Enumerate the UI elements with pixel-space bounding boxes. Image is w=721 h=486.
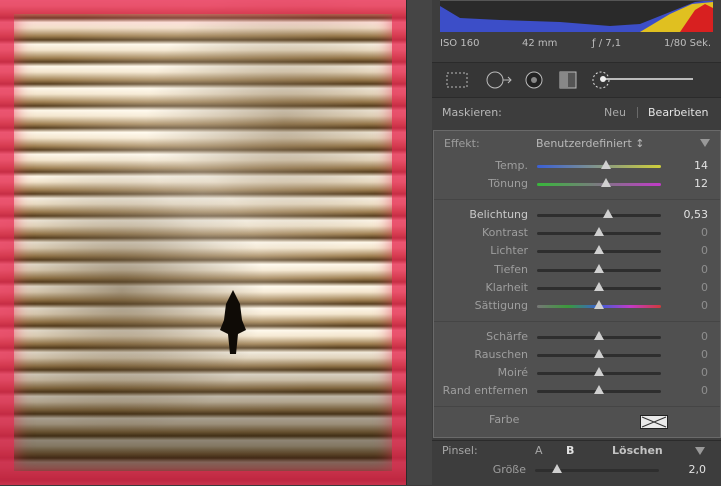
brush-a-button[interactable]: A [535, 444, 543, 457]
adjustment-brush-icon[interactable] [590, 70, 700, 90]
histogram [440, 0, 713, 32]
slider-label: Kontrast [482, 226, 528, 239]
slider-thumb[interactable] [594, 349, 604, 358]
slider-tint[interactable]: Tönung 12 [434, 175, 720, 193]
slider-label: Schärfe [486, 330, 528, 343]
slider-track[interactable] [537, 183, 661, 186]
slider-value[interactable]: 0 [701, 299, 708, 312]
graduated-filter-icon[interactable] [556, 70, 580, 90]
mask-label: Maskieren: [442, 106, 502, 119]
slider-label: Lichter [490, 244, 528, 257]
tool-strip [432, 62, 721, 98]
collapse-triangle-icon[interactable] [695, 447, 705, 455]
slider-value[interactable]: 14 [694, 159, 708, 172]
slider-thumb[interactable] [594, 264, 604, 273]
brush-label: Pinsel: [442, 444, 478, 457]
color-swatch[interactable] [640, 415, 668, 429]
slider-thumb[interactable] [594, 367, 604, 376]
slider-thumb[interactable] [594, 385, 604, 394]
photo-canvas[interactable] [0, 0, 406, 485]
slider-noise[interactable]: Rauschen 0 [434, 346, 720, 364]
slider-clarity[interactable]: Klarheit 0 [434, 279, 720, 297]
slider-value[interactable]: 2,0 [689, 463, 707, 476]
shutter-speed: 1/80 Sek. [664, 38, 712, 49]
mask-row: Maskieren: Neu Bearbeiten [432, 101, 721, 123]
slider-thumb[interactable] [602, 209, 613, 218]
slider-defringe[interactable]: Rand entfernen 0 [434, 382, 720, 400]
slider-highlights[interactable]: Lichter 0 [434, 242, 720, 260]
panel-divider[interactable] [406, 0, 433, 485]
slider-label: Größe [492, 463, 526, 476]
slider-thumb[interactable] [594, 245, 604, 254]
slider-label: Rauschen [474, 348, 528, 361]
slider-thumb[interactable] [594, 300, 604, 309]
slider-label: Klarheit [485, 281, 528, 294]
slider-value[interactable]: 0 [701, 281, 708, 294]
effect-preset-select[interactable]: Benutzerdefiniert ↕ [536, 137, 644, 150]
slider-value[interactable]: 0 [701, 384, 708, 397]
exif-info: ISO 160 42 mm ƒ / 7,1 1/80 Sek. [432, 36, 721, 54]
brush-clear-button[interactable]: Löschen [612, 444, 663, 457]
slider-label: Belichtung [469, 208, 528, 221]
brush-b-button[interactable]: B [566, 444, 574, 457]
slider-label: Sättigung [474, 299, 528, 312]
brush-section: Pinsel: A B Löschen Größe 2,0 [432, 440, 721, 486]
slider-value[interactable]: 0,53 [684, 208, 709, 221]
slider-thumb[interactable] [594, 331, 604, 340]
slider-value[interactable]: 0 [701, 348, 708, 361]
focal-length: 42 mm [522, 38, 558, 49]
slider-value[interactable]: 0 [701, 263, 708, 276]
slider-track[interactable] [537, 165, 661, 168]
slider-exposure[interactable]: Belichtung 0,53 [434, 206, 720, 224]
effect-label: Effekt: [444, 137, 480, 150]
mask-edit-button[interactable]: Bearbeiten [648, 106, 708, 119]
section-divider [434, 199, 720, 200]
collapse-triangle-icon[interactable] [700, 139, 710, 147]
slider-value[interactable]: 0 [701, 226, 708, 239]
slider-label: Tiefen [494, 263, 528, 276]
slider-contrast[interactable]: Kontrast 0 [434, 224, 720, 242]
slider-label: Temp. [495, 159, 528, 172]
slider-moire[interactable]: Moiré 0 [434, 364, 720, 382]
slider-label: Rand entfernen [442, 384, 528, 397]
mask-overlay [0, 0, 406, 485]
slider-brush-size[interactable]: Größe 2,0 [432, 461, 718, 479]
section-divider [434, 406, 720, 407]
slider-thumb[interactable] [594, 227, 604, 236]
slider-value[interactable]: 0 [701, 330, 708, 343]
slider-value[interactable]: 12 [694, 177, 708, 190]
slider-thumb[interactable] [594, 282, 604, 291]
slider-thumb[interactable] [552, 464, 563, 473]
crop-icon[interactable] [444, 70, 470, 90]
slider-value[interactable]: 0 [701, 244, 708, 257]
section-divider [434, 321, 720, 322]
color-label: Farbe [489, 413, 520, 426]
iso-value: ISO 160 [440, 38, 480, 49]
slider-thumb[interactable] [601, 178, 612, 187]
develop-panel: ISO 160 42 mm ƒ / 7,1 1/80 Sek. Maskiere… [432, 0, 721, 486]
aperture-value: ƒ / 7,1 [592, 38, 622, 49]
spot-removal-icon[interactable] [484, 70, 514, 90]
slider-sharpness[interactable]: Schärfe 0 [434, 328, 720, 346]
slider-value[interactable]: 0 [701, 366, 708, 379]
slider-label: Tönung [488, 177, 528, 190]
slider-thumb[interactable] [601, 160, 612, 169]
slider-temp[interactable]: Temp. 14 [434, 157, 720, 175]
mask-new-button[interactable]: Neu [604, 106, 626, 119]
mask-separator [637, 107, 638, 118]
slider-label: Moiré [497, 366, 528, 379]
red-eye-icon[interactable] [522, 70, 546, 90]
effect-panel: Effekt: Benutzerdefiniert ↕ Temp. 14 Tön… [433, 130, 721, 438]
slider-saturation[interactable]: Sättigung 0 [434, 297, 720, 315]
slider-track[interactable] [537, 214, 661, 217]
slider-shadows[interactable]: Tiefen 0 [434, 261, 720, 279]
